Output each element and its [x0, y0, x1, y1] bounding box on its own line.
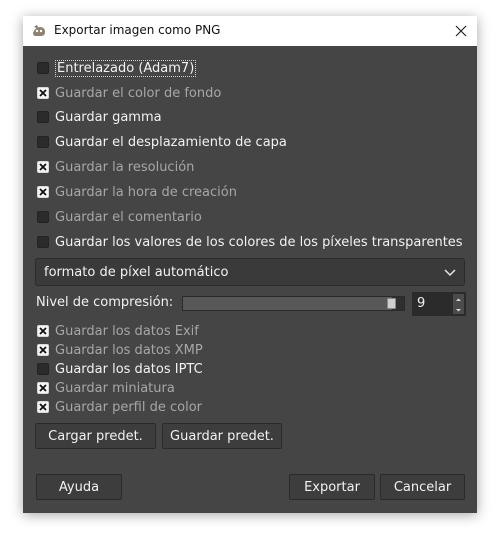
- checkbox-box[interactable]: [37, 363, 49, 375]
- close-icon[interactable]: [452, 22, 470, 40]
- checkbox-box[interactable]: [37, 62, 49, 74]
- chevron-down-icon: [444, 269, 456, 277]
- checkbox-save-xmp[interactable]: Guardar los datos XMP: [37, 340, 203, 360]
- checkbox-box[interactable]: [37, 401, 49, 413]
- load-defaults-button[interactable]: Cargar predet.: [35, 423, 156, 449]
- check-mark-icon: [39, 188, 47, 196]
- compression-value: 9: [417, 296, 426, 311]
- checkbox-label: Entrelazado (Adam7): [55, 59, 197, 77]
- checkbox-save-resolution[interactable]: Guardar la resolución: [37, 157, 194, 177]
- export-png-dialog: Exportar imagen como PNG Entrelazado (Ad…: [23, 16, 477, 513]
- checkbox-save-layer-offset[interactable]: Guardar el desplazamiento de capa: [37, 132, 287, 152]
- checkbox-box[interactable]: [37, 87, 49, 99]
- checkbox-label: Guardar la hora de creación: [55, 184, 237, 200]
- pixel-format-dropdown[interactable]: formato de píxel automático: [35, 258, 465, 286]
- checkbox-box[interactable]: [37, 186, 49, 198]
- checkbox-save-transparent-pixel-colors[interactable]: Guardar los valores de los colores de lo…: [37, 232, 463, 252]
- check-mark-icon: [39, 384, 47, 392]
- spin-up-button[interactable]: [453, 294, 464, 304]
- check-mark-icon: [39, 327, 47, 335]
- checkbox-save-gamma[interactable]: Guardar gamma: [37, 107, 162, 127]
- export-button[interactable]: Exportar: [289, 474, 375, 500]
- check-mark-icon: [39, 89, 47, 97]
- checkbox-box[interactable]: [37, 111, 49, 123]
- pixel-format-value: formato de píxel automático: [44, 265, 229, 280]
- checkbox-save-background-color[interactable]: Guardar el color de fondo: [37, 83, 221, 103]
- checkbox-label: Guardar los datos Exif: [55, 323, 199, 339]
- compression-spinbox[interactable]: 9: [412, 292, 466, 316]
- gimp-app-icon: [33, 25, 45, 36]
- checkbox-label: Guardar miniatura: [55, 380, 175, 396]
- checkbox-box[interactable]: [37, 136, 49, 148]
- checkbox-label: Guardar el comentario: [55, 209, 202, 225]
- checkbox-label: Guardar perfil de color: [55, 399, 203, 415]
- check-mark-icon: [39, 346, 47, 354]
- compression-slider-handle[interactable]: [387, 298, 396, 309]
- checkbox-box[interactable]: [37, 211, 49, 223]
- help-button[interactable]: Ayuda: [36, 474, 122, 500]
- checkbox-save-iptc[interactable]: Guardar los datos IPTC: [37, 359, 203, 379]
- save-defaults-button[interactable]: Guardar predet.: [162, 423, 282, 449]
- checkbox-box[interactable]: [37, 325, 49, 337]
- checkbox-save-creation-time[interactable]: Guardar la hora de creación: [37, 182, 237, 202]
- checkbox-box[interactable]: [37, 236, 49, 248]
- checkbox-label: Guardar el color de fondo: [55, 85, 222, 101]
- checkbox-box[interactable]: [37, 344, 49, 356]
- checkbox-interlace[interactable]: Entrelazado (Adam7): [37, 58, 197, 78]
- checkbox-box[interactable]: [37, 161, 49, 173]
- compression-slider-fill: [183, 297, 392, 310]
- checkbox-save-exif[interactable]: Guardar los datos Exif: [37, 321, 199, 341]
- checkbox-save-comment[interactable]: Guardar el comentario: [37, 207, 202, 227]
- checkbox-save-color-profile[interactable]: Guardar perfil de color: [37, 397, 202, 417]
- spin-down-button[interactable]: [453, 304, 464, 314]
- checkbox-label: Guardar los valores de los colores de lo…: [55, 234, 463, 250]
- checkbox-box[interactable]: [37, 382, 49, 394]
- checkbox-save-thumbnail[interactable]: Guardar miniatura: [37, 378, 175, 398]
- window-title: Exportar imagen como PNG: [54, 23, 221, 37]
- title-bar: Exportar imagen como PNG: [23, 16, 477, 46]
- arrow-down-icon: [456, 309, 461, 312]
- check-mark-icon: [39, 163, 47, 171]
- compression-label: Nivel de compresión:: [36, 295, 174, 310]
- check-mark-icon: [39, 403, 47, 411]
- checkbox-label: Guardar gamma: [55, 109, 162, 125]
- cancel-button[interactable]: Cancelar: [380, 474, 465, 500]
- compression-slider[interactable]: [182, 296, 405, 311]
- checkbox-label: Guardar los datos IPTC: [55, 361, 203, 377]
- checkbox-label: Guardar el desplazamiento de capa: [55, 134, 287, 150]
- checkbox-label: Guardar la resolución: [55, 159, 195, 175]
- checkbox-label: Guardar los datos XMP: [55, 342, 203, 358]
